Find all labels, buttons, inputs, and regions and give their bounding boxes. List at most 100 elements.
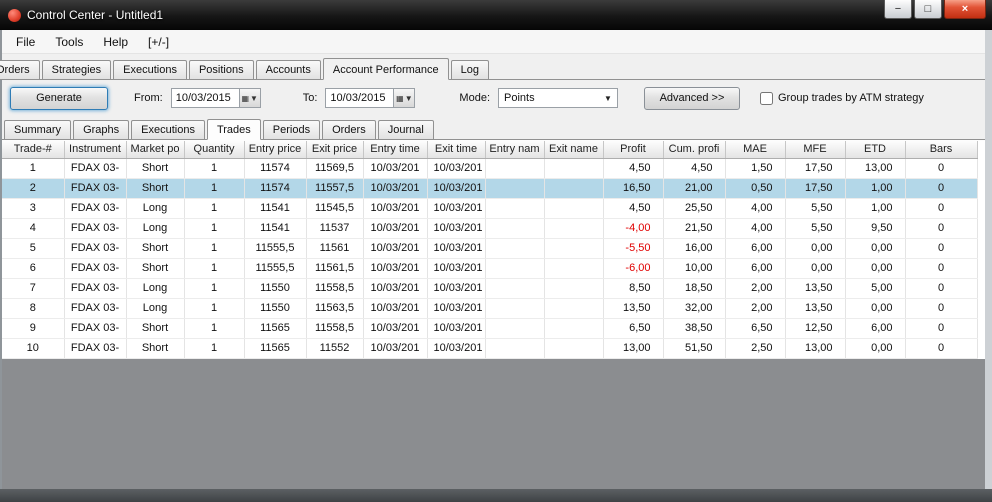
table-cell[interactable]: 11569,5 bbox=[306, 158, 363, 178]
table-cell[interactable]: 5,50 bbox=[785, 198, 845, 218]
table-cell[interactable]: -6,00 bbox=[603, 258, 663, 278]
table-cell[interactable]: Long bbox=[126, 298, 184, 318]
table-cell[interactable]: 2 bbox=[2, 178, 64, 198]
tab-positions[interactable]: Positions bbox=[189, 60, 254, 80]
table-cell[interactable]: 11558,5 bbox=[306, 278, 363, 298]
table-cell[interactable] bbox=[544, 158, 603, 178]
tab-strategies[interactable]: Strategies bbox=[42, 60, 112, 80]
table-cell[interactable]: 13,50 bbox=[785, 278, 845, 298]
table-row[interactable]: 4FDAX 03-Long1115411153710/03/20110/03/2… bbox=[2, 218, 977, 238]
table-cell[interactable]: 25,50 bbox=[663, 198, 725, 218]
table-cell[interactable]: Short bbox=[126, 258, 184, 278]
table-cell[interactable]: 0 bbox=[905, 258, 977, 278]
table-cell[interactable]: 11555,5 bbox=[244, 238, 306, 258]
table-cell[interactable]: -4,00 bbox=[603, 218, 663, 238]
table-cell[interactable]: 11574 bbox=[244, 158, 306, 178]
column-header-exit-price[interactable]: Exit price bbox=[306, 141, 363, 158]
table-cell[interactable]: 0 bbox=[905, 198, 977, 218]
table-cell[interactable] bbox=[485, 198, 544, 218]
subtab-journal[interactable]: Journal bbox=[378, 120, 434, 140]
table-cell[interactable]: 11557,5 bbox=[306, 178, 363, 198]
table-cell[interactable]: Short bbox=[126, 178, 184, 198]
table-cell[interactable]: 10/03/201 bbox=[427, 258, 485, 278]
table-cell[interactable]: 11561,5 bbox=[306, 258, 363, 278]
table-cell[interactable]: FDAX 03- bbox=[64, 278, 126, 298]
table-cell[interactable]: 10/03/201 bbox=[427, 178, 485, 198]
table-cell[interactable]: 4 bbox=[2, 218, 64, 238]
table-cell[interactable]: 1,00 bbox=[845, 198, 905, 218]
table-row[interactable]: 9FDAX 03-Short11156511558,510/03/20110/0… bbox=[2, 318, 977, 338]
table-cell[interactable]: 0,00 bbox=[845, 298, 905, 318]
table-cell[interactable]: 1 bbox=[184, 198, 244, 218]
table-cell[interactable]: FDAX 03- bbox=[64, 158, 126, 178]
table-cell[interactable]: 11537 bbox=[306, 218, 363, 238]
table-cell[interactable]: 11550 bbox=[244, 298, 306, 318]
table-cell[interactable]: Short bbox=[126, 338, 184, 358]
table-cell[interactable]: 11574 bbox=[244, 178, 306, 198]
to-date-input[interactable] bbox=[325, 88, 393, 108]
table-row[interactable]: 8FDAX 03-Long11155011563,510/03/20110/03… bbox=[2, 298, 977, 318]
table-cell[interactable]: 0 bbox=[905, 238, 977, 258]
table-cell[interactable]: 1 bbox=[184, 238, 244, 258]
table-cell[interactable]: 0,00 bbox=[845, 238, 905, 258]
table-cell[interactable] bbox=[544, 238, 603, 258]
table-cell[interactable] bbox=[544, 298, 603, 318]
column-header-entry-nam[interactable]: Entry nam bbox=[485, 141, 544, 158]
table-cell[interactable] bbox=[544, 258, 603, 278]
table-cell[interactable]: 6,50 bbox=[603, 318, 663, 338]
table-cell[interactable] bbox=[485, 298, 544, 318]
table-cell[interactable]: 9,50 bbox=[845, 218, 905, 238]
table-row[interactable]: 5FDAX 03-Short111555,51156110/03/20110/0… bbox=[2, 238, 977, 258]
column-header-quantity[interactable]: Quantity bbox=[184, 141, 244, 158]
column-header-entry-time[interactable]: Entry time bbox=[363, 141, 427, 158]
table-cell[interactable]: 0 bbox=[905, 178, 977, 198]
column-header-instrument[interactable]: Instrument bbox=[64, 141, 126, 158]
table-cell[interactable]: 0 bbox=[905, 338, 977, 358]
table-cell[interactable]: 11541 bbox=[244, 218, 306, 238]
table-cell[interactable]: 11541 bbox=[244, 198, 306, 218]
table-cell[interactable]: 2,50 bbox=[725, 338, 785, 358]
subtab-periods[interactable]: Periods bbox=[263, 120, 320, 140]
table-cell[interactable]: 5 bbox=[2, 238, 64, 258]
generate-button[interactable]: Generate bbox=[10, 87, 108, 110]
table-cell[interactable]: 1 bbox=[184, 278, 244, 298]
table-cell[interactable]: 32,00 bbox=[663, 298, 725, 318]
from-date-input[interactable] bbox=[171, 88, 239, 108]
table-row[interactable]: 3FDAX 03-Long11154111545,510/03/20110/03… bbox=[2, 198, 977, 218]
subtab-executions[interactable]: Executions bbox=[131, 120, 205, 140]
table-cell[interactable]: 17,50 bbox=[785, 158, 845, 178]
table-cell[interactable]: 10 bbox=[2, 338, 64, 358]
column-header-bars[interactable]: Bars bbox=[905, 141, 977, 158]
column-header-profit[interactable]: Profit bbox=[603, 141, 663, 158]
column-header-cum-profi[interactable]: Cum. profi bbox=[663, 141, 725, 158]
table-cell[interactable]: 5,50 bbox=[785, 218, 845, 238]
table-row[interactable]: 7FDAX 03-Long11155011558,510/03/20110/03… bbox=[2, 278, 977, 298]
table-cell[interactable]: 1,50 bbox=[725, 158, 785, 178]
table-cell[interactable]: 10/03/201 bbox=[363, 158, 427, 178]
table-cell[interactable]: 10/03/201 bbox=[427, 198, 485, 218]
column-header-exit-name[interactable]: Exit name bbox=[544, 141, 603, 158]
table-cell[interactable]: 11563,5 bbox=[306, 298, 363, 318]
table-cell[interactable]: Long bbox=[126, 278, 184, 298]
table-row[interactable]: 2FDAX 03-Short11157411557,510/03/20110/0… bbox=[2, 178, 977, 198]
table-cell[interactable]: 1 bbox=[184, 218, 244, 238]
table-cell[interactable]: 13,00 bbox=[785, 338, 845, 358]
table-cell[interactable]: 11565 bbox=[244, 338, 306, 358]
from-date-dropdown-button[interactable]: ▦▼ bbox=[239, 88, 261, 108]
tab-account-performance[interactable]: Account Performance bbox=[323, 58, 449, 80]
subtab-summary[interactable]: Summary bbox=[4, 120, 71, 140]
table-row[interactable]: 6FDAX 03-Short111555,511561,510/03/20110… bbox=[2, 258, 977, 278]
column-header-market-po[interactable]: Market po bbox=[126, 141, 184, 158]
table-cell[interactable]: 13,50 bbox=[785, 298, 845, 318]
table-cell[interactable]: 11545,5 bbox=[306, 198, 363, 218]
table-cell[interactable] bbox=[544, 198, 603, 218]
table-cell[interactable]: 11561 bbox=[306, 238, 363, 258]
table-cell[interactable]: 1,00 bbox=[845, 178, 905, 198]
column-header-etd[interactable]: ETD bbox=[845, 141, 905, 158]
table-cell[interactable]: 2,00 bbox=[725, 298, 785, 318]
table-cell[interactable]: Long bbox=[126, 198, 184, 218]
table-cell[interactable]: 18,50 bbox=[663, 278, 725, 298]
table-cell[interactable]: 4,00 bbox=[725, 198, 785, 218]
table-cell[interactable] bbox=[544, 178, 603, 198]
table-cell[interactable]: 6,00 bbox=[725, 258, 785, 278]
